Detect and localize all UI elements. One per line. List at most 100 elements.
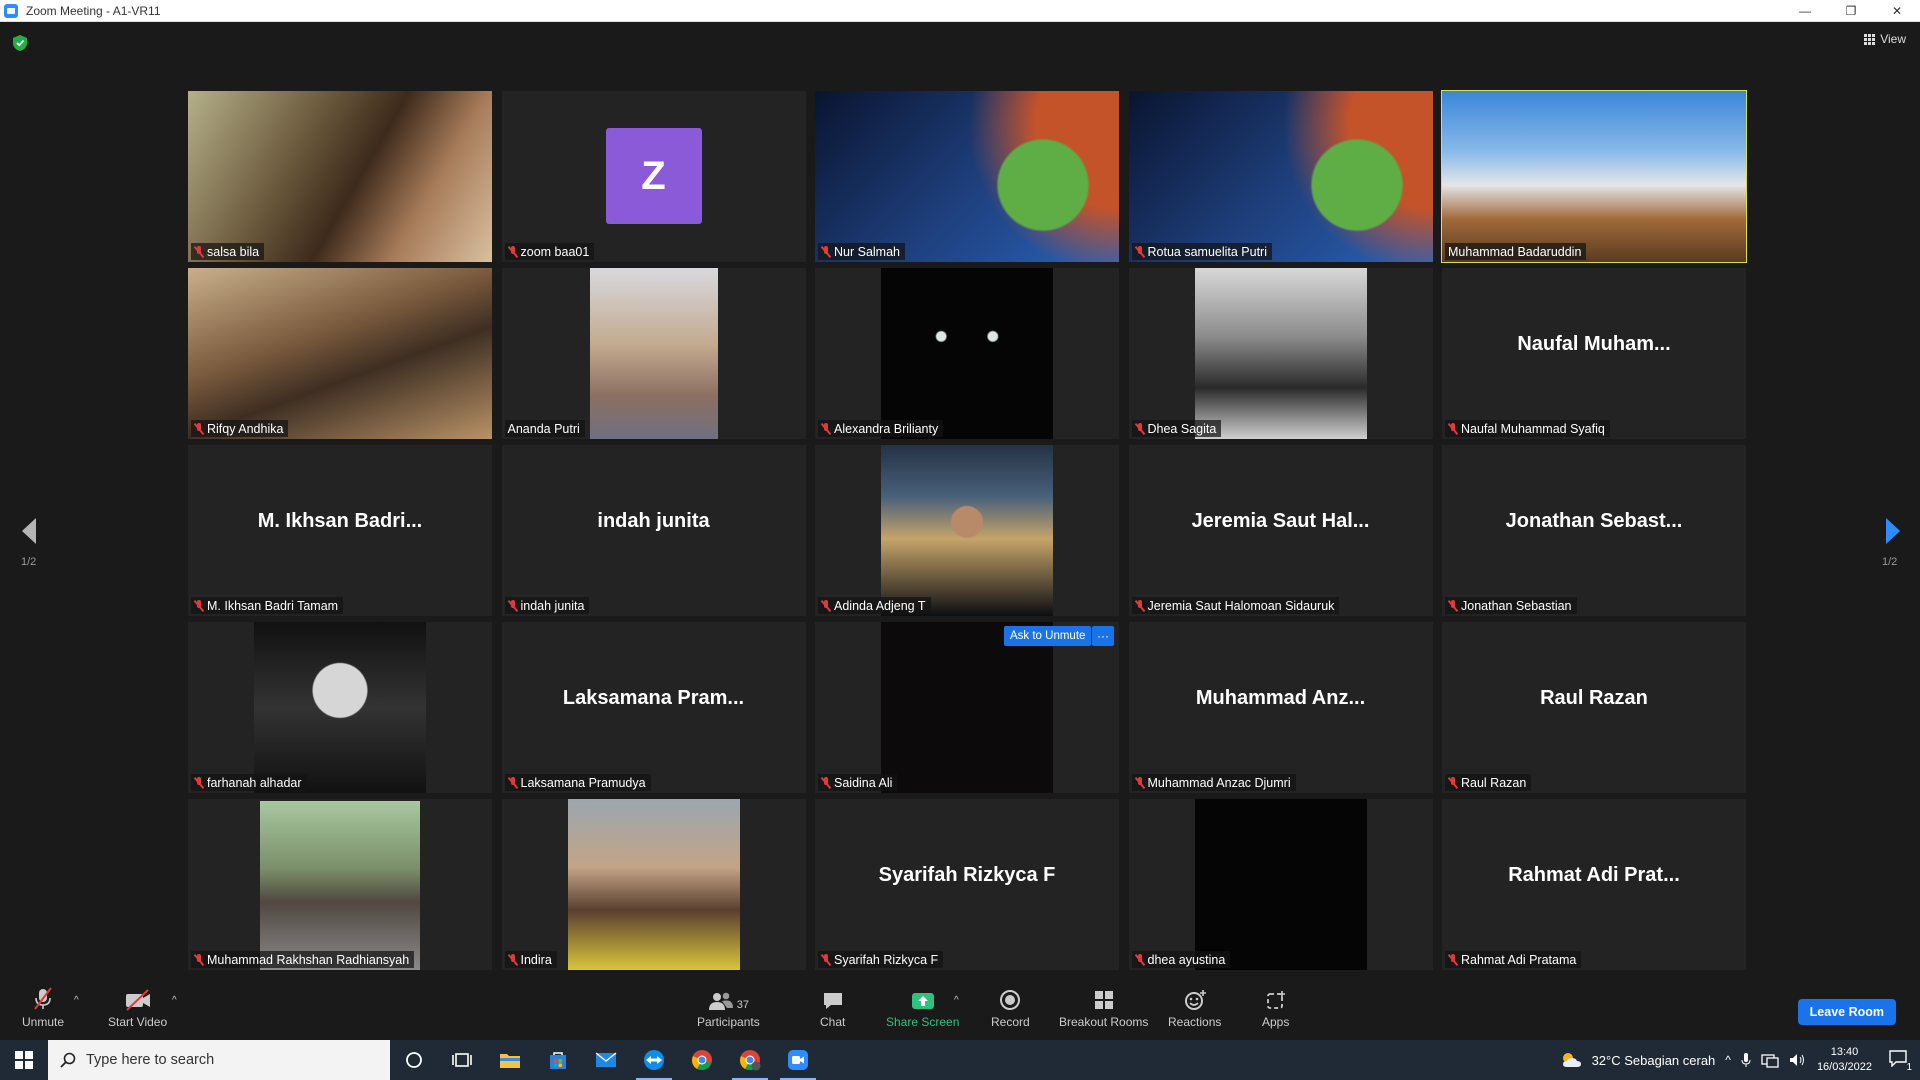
reactions-button[interactable]: Reactions (1168, 987, 1221, 1029)
participant-tile[interactable]: Zzoom baa01 (501, 91, 806, 262)
security-shield-icon[interactable] (13, 35, 27, 51)
video-options-chevron-icon[interactable]: ^ (172, 995, 177, 1006)
participant-tile[interactable]: Muhammad Anz... Muhammad Anzac Djumri (1128, 622, 1433, 793)
participant-name-tag: Indira (504, 951, 557, 968)
windows-logo-icon (15, 1051, 33, 1069)
page-indicator-right: 1/2 (1882, 556, 1898, 568)
unmute-button[interactable]: Unmute (22, 987, 64, 1029)
participant-tile[interactable]: Rotua samuelita Putri (1128, 91, 1433, 262)
participant-tile[interactable]: M. Ikhsan Badri... M. Ikhsan Badri Tamam (188, 445, 492, 616)
participant-tile[interactable]: salsa bila (188, 91, 492, 262)
participant-tile[interactable]: Jonathan Sebast... Jonathan Sebastian (1442, 445, 1746, 616)
previous-page-arrow-icon[interactable] (20, 516, 40, 546)
participant-name: Muhammad Rakhshan Radhiansyah (207, 952, 410, 967)
start-button[interactable] (0, 1040, 48, 1080)
mic-muted-icon (1448, 953, 1458, 966)
participant-tile[interactable]: Muhammad Badaruddin (1441, 90, 1747, 263)
teamviewer-button[interactable] (630, 1040, 678, 1080)
participant-display-name: Rahmat Adi Prat... (1508, 864, 1680, 886)
participant-name: Muhammad Badaruddin (1448, 244, 1582, 259)
participant-tile[interactable]: Naufal Muham... Naufal Muhammad Syafiq (1442, 268, 1746, 439)
participant-tile[interactable]: Nur Salmah (815, 91, 1119, 262)
chrome-button[interactable] (678, 1040, 726, 1080)
cortana-button[interactable] (390, 1040, 438, 1080)
participant-name: Nur Salmah (834, 244, 900, 259)
task-view-icon (452, 1053, 472, 1067)
record-button[interactable]: Record (991, 987, 1030, 1029)
teamviewer-icon (644, 1050, 664, 1070)
network-icon[interactable] (1761, 1052, 1779, 1068)
participant-tile[interactable]: indah junita indah junita (501, 445, 806, 616)
participant-display-name: indah junita (597, 510, 710, 532)
breakout-rooms-label: Breakout Rooms (1059, 1015, 1149, 1029)
leave-room-button[interactable]: Leave Room (1797, 999, 1896, 1025)
breakout-rooms-icon (1094, 991, 1113, 1009)
participant-name: M. Ikhsan Badri Tamam (207, 598, 339, 613)
microphone-icon[interactable] (1741, 1052, 1751, 1068)
next-page-arrow-icon[interactable] (1882, 516, 1902, 546)
mic-muted-icon (821, 245, 831, 258)
participant-tile[interactable]: Alexandra Brilianty (815, 268, 1119, 439)
restore-button[interactable]: ❐ (1828, 0, 1874, 22)
participants-icon (708, 992, 733, 1010)
participant-name: Raul Razan (1461, 775, 1527, 790)
task-view-button[interactable] (438, 1040, 486, 1080)
minimize-button[interactable]: — (1782, 0, 1828, 22)
search-placeholder: Type here to search (86, 1052, 215, 1068)
taskbar-search-box[interactable]: Type here to search (48, 1040, 390, 1080)
volume-icon[interactable] (1789, 1052, 1807, 1068)
start-video-label: Start Video (108, 1015, 168, 1029)
store-button[interactable] (534, 1040, 582, 1080)
participant-tile[interactable]: farhanah alhadar (188, 622, 492, 793)
participant-tile[interactable]: Indira (501, 799, 806, 970)
participant-name: Jeremia Saut Halomoan Sidauruk (1147, 598, 1335, 613)
participant-tile[interactable]: Ask to Unmute ··· Saidina Ali (815, 622, 1119, 793)
zoom-taskbar-button[interactable] (774, 1040, 822, 1080)
file-explorer-button[interactable] (486, 1040, 534, 1080)
participant-video (188, 268, 492, 439)
share-options-chevron-icon[interactable]: ^ (954, 995, 959, 1006)
participant-tile[interactable]: Ananda Putri (501, 268, 806, 439)
weather-text[interactable]: 32°C Sebagian cerah (1592, 1053, 1716, 1068)
breakout-rooms-button[interactable]: Breakout Rooms (1059, 987, 1148, 1029)
weather-partly-cloudy-icon (1562, 1053, 1581, 1067)
audio-options-chevron-icon[interactable]: ^ (74, 995, 79, 1006)
mic-muted-icon (508, 776, 518, 789)
clock[interactable]: 13:40 16/03/2022 (1817, 1045, 1872, 1075)
tray-overflow-chevron-icon[interactable]: ^ (1725, 1053, 1731, 1067)
share-screen-button[interactable]: Share Screen (886, 987, 959, 1029)
mail-button[interactable] (582, 1040, 630, 1080)
participant-name-tag: Rifqy Andhika (191, 420, 289, 437)
chat-button[interactable]: Chat (820, 987, 845, 1029)
participant-tile[interactable]: Laksamana Pram... Laksamana Pramudya (501, 622, 806, 793)
more-options-button[interactable]: ··· (1092, 626, 1114, 646)
ask-to-unmute-button[interactable]: Ask to Unmute (1004, 626, 1092, 646)
mic-muted-icon (821, 953, 831, 966)
participant-display-name: Muhammad Anz... (1195, 687, 1366, 709)
apps-label: Apps (1262, 1015, 1290, 1029)
view-button[interactable]: View (1864, 32, 1906, 46)
participant-video (815, 91, 1119, 262)
participant-tile[interactable]: Dhea Sagita (1128, 268, 1433, 439)
apps-button[interactable]: Apps (1262, 987, 1289, 1029)
notifications-button[interactable]: 1 (1888, 1049, 1912, 1073)
zoom-icon (788, 1050, 808, 1070)
participant-tile[interactable]: Muhammad Rakhshan Radhiansyah (188, 799, 492, 970)
participant-tile[interactable]: Raul Razan Raul Razan (1442, 622, 1746, 793)
mic-muted-icon (1135, 599, 1145, 612)
participant-tile[interactable]: Jeremia Saut Hal... Jeremia Saut Halomoan… (1128, 445, 1433, 616)
start-video-button[interactable]: Start Video (108, 987, 167, 1029)
close-button[interactable]: ✕ (1874, 0, 1920, 22)
participant-tile[interactable]: Rahmat Adi Prat... Rahmat Adi Pratama (1442, 799, 1746, 970)
participant-tile[interactable]: dhea ayustina (1128, 799, 1433, 970)
participant-name-tag: Muhammad Badaruddin (1445, 243, 1587, 260)
participant-tile[interactable]: Adinda Adjeng T (815, 445, 1119, 616)
participant-name: Adinda Adjeng T (834, 598, 926, 613)
participant-tile[interactable]: Rifqy Andhika (188, 268, 492, 439)
participant-name: Naufal Muhammad Syafiq (1461, 421, 1605, 436)
participant-display-name: M. Ikhsan Badri... (257, 510, 423, 532)
participant-tile[interactable]: Syarifah Rizkyca F Syarifah Rizkyca F (815, 799, 1119, 970)
participants-button[interactable]: 37 Participants (697, 987, 760, 1029)
mail-icon (595, 1052, 617, 1067)
chrome-profile-button[interactable] (726, 1040, 774, 1080)
